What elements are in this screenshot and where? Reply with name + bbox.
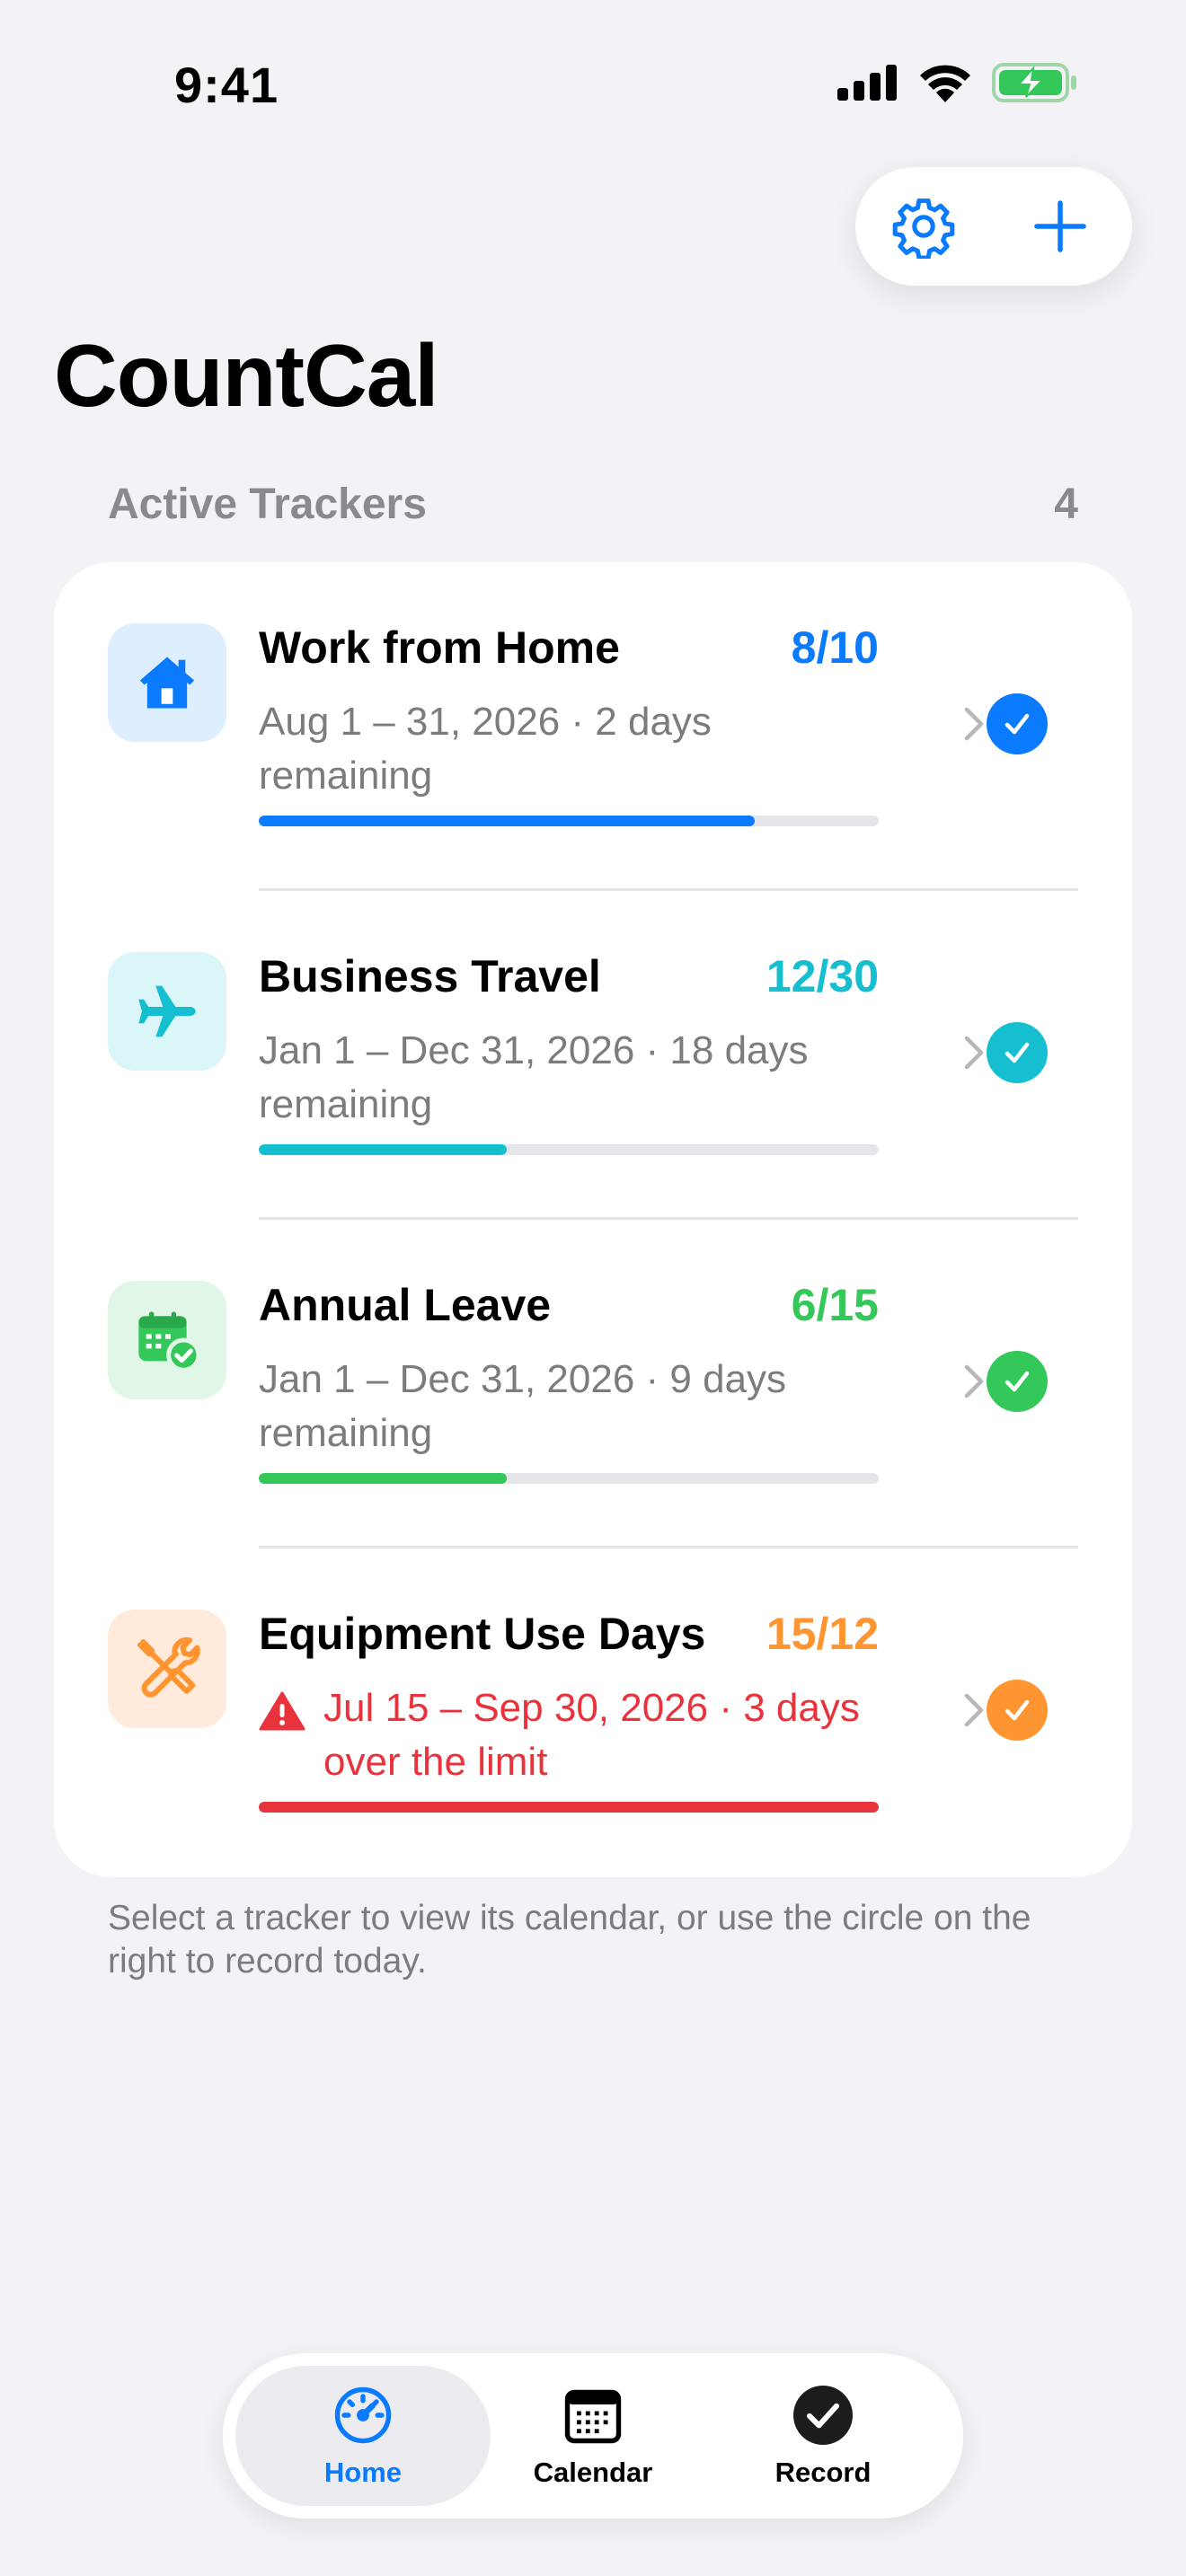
tools-icon <box>137 1636 200 1698</box>
plus-icon <box>1034 200 1086 252</box>
page-title: CountCal <box>54 326 438 425</box>
tab-label: Calendar <box>533 2457 653 2488</box>
cellular-signal-icon <box>837 65 897 101</box>
checkmark-icon <box>1005 1371 1030 1392</box>
record-today-button[interactable] <box>987 1351 1048 1412</box>
tracker-name: Work from Home <box>259 622 620 673</box>
battery-charging-icon <box>992 63 1076 102</box>
chevron-right-icon <box>964 1036 984 1070</box>
top-toolbar <box>855 167 1132 286</box>
gauge-icon <box>334 2386 392 2444</box>
tracker-subtitle: Aug 1 – 31, 2026 · 2 days remaining <box>259 700 712 798</box>
tracker-count-value: 12/30 <box>766 951 879 1001</box>
record-today-button[interactable] <box>987 1680 1048 1741</box>
status-time: 9:41 <box>174 57 279 113</box>
progress-bar <box>259 1144 879 1155</box>
house-icon <box>139 657 195 709</box>
settings-button[interactable] <box>886 189 961 264</box>
tracker-count: 4 <box>1054 481 1078 528</box>
progress-fill <box>259 816 755 826</box>
progress-fill <box>259 1144 507 1155</box>
wifi-icon <box>920 65 970 102</box>
tracker-row-annual-leave[interactable]: Annual Leave 6/15 Jan 1 – Dec 31, 2026 ·… <box>54 1220 1132 1548</box>
tracker-tile <box>108 1281 226 1399</box>
tracker-count-value: 15/12 <box>766 1609 879 1659</box>
progress-bar <box>259 1802 879 1813</box>
record-today-button[interactable] <box>987 1022 1048 1083</box>
add-tracker-button[interactable] <box>1022 189 1098 264</box>
tracker-tile <box>108 952 226 1071</box>
progress-fill <box>259 1473 507 1484</box>
progress-bar <box>259 816 879 826</box>
gear-icon <box>892 198 955 259</box>
status-icons <box>837 63 1078 102</box>
tab-label: Home <box>323 2457 403 2488</box>
calendar-check-icon <box>138 1311 201 1372</box>
tracker-subtitle: Jan 1 – Dec 31, 2026 · 18 days remaining <box>259 1028 809 1126</box>
tab-calendar[interactable]: Calendar <box>465 2366 721 2506</box>
tracker-tile <box>108 1610 226 1728</box>
tracker-row-business-travel[interactable]: Business Travel 12/30 Jan 1 – Dec 31, 20… <box>54 891 1132 1220</box>
tracker-row-work-from-home[interactable]: Work from Home 8/10 Aug 1 – 31, 2026 · 2… <box>54 562 1132 891</box>
tracker-count-value: 8/10 <box>791 622 879 673</box>
tracker-list: Work from Home 8/10 Aug 1 – 31, 2026 · 2… <box>54 562 1132 1877</box>
checkmark-icon <box>1005 713 1030 735</box>
chevron-right-icon <box>964 707 984 741</box>
chevron-right-icon <box>964 1364 984 1398</box>
home-screen: 9:41 CountCal Active Trackers 4 Work fro… <box>0 0 1186 2576</box>
tracker-name: Business Travel <box>259 951 601 1001</box>
tab-record[interactable]: Record <box>695 2366 951 2506</box>
tracker-tile <box>108 623 226 742</box>
chevron-right-icon <box>964 1693 984 1727</box>
checkmark-icon <box>1005 1042 1030 1063</box>
tab-label: Record <box>774 2457 872 2488</box>
tab-bar: Home Calendar Record <box>223 2353 963 2519</box>
calendar-icon <box>564 2389 622 2444</box>
tracker-subtitle: Jul 15 – Sep 30, 2026 · 3 days over the … <box>323 1686 860 1784</box>
tracker-name: Annual Leave <box>259 1280 552 1330</box>
progress-fill <box>259 1802 879 1813</box>
progress-bar <box>259 1473 879 1484</box>
airplane-icon <box>138 985 196 1037</box>
record-today-button[interactable] <box>987 693 1048 754</box>
section-title: Active Trackers <box>108 481 427 528</box>
tracker-name: Equipment Use Days <box>259 1609 706 1659</box>
tracker-subtitle: Jan 1 – Dec 31, 2026 · 9 days remaining <box>259 1357 787 1455</box>
checkmark-icon <box>1005 1699 1030 1721</box>
section-header: Active Trackers 4 <box>108 480 1078 529</box>
tab-home[interactable]: Home <box>235 2366 491 2506</box>
tracker-count-value: 6/15 <box>791 1280 879 1330</box>
checkmark-circle-icon <box>793 2386 853 2445</box>
tracker-row-equipment-use-days[interactable]: Equipment Use Days 15/12 Jul 15 – Sep 30… <box>54 1548 1132 1877</box>
footer-hint: Select a tracker to view its calendar, o… <box>108 1899 1031 1981</box>
